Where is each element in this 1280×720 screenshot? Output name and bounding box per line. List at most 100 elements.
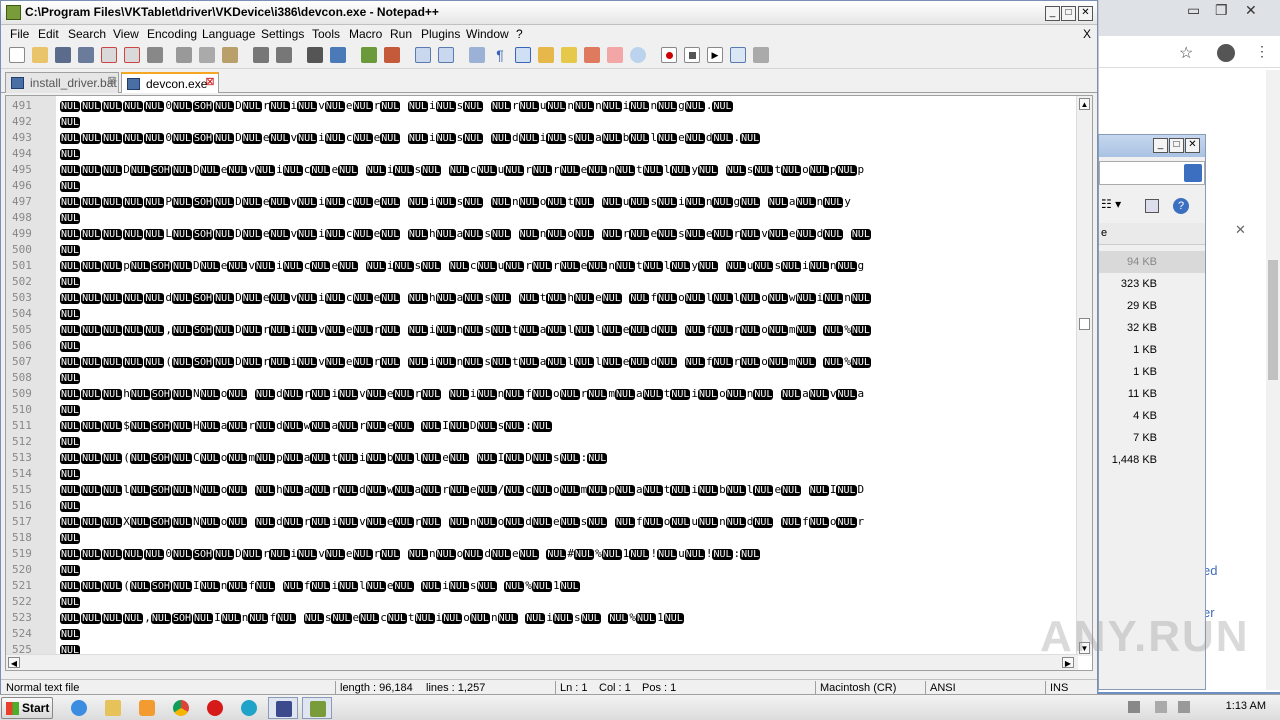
start-button[interactable]: Start	[1, 697, 53, 719]
menu-macro[interactable]: Macro	[349, 27, 382, 41]
browser-menu-icon[interactable]: ⋮	[1255, 43, 1269, 60]
tab-install-driver-bat[interactable]: install_driver.bat ⊠	[5, 72, 119, 93]
sync-horizontal-icon[interactable]	[438, 47, 454, 63]
explorer-minimize-button[interactable]: _	[1153, 138, 1168, 153]
show-all-chars-icon[interactable]: ¶	[492, 47, 508, 63]
run-macro-multiple-icon[interactable]	[730, 47, 746, 63]
taskbar-opera-button[interactable]	[200, 697, 230, 719]
close-document-x[interactable]: X	[1083, 27, 1091, 41]
taskbar-ie-button[interactable]	[64, 697, 94, 719]
menu-tools[interactable]: Tools	[312, 27, 340, 41]
file-size-row[interactable]: 32 KB	[1099, 317, 1205, 339]
stop-macro-icon[interactable]	[684, 47, 700, 63]
scroll-left-arrow[interactable]: ◀	[8, 657, 20, 668]
search-icon[interactable]	[1184, 164, 1202, 182]
taskbar-notepadpp-button[interactable]	[302, 697, 332, 719]
minimize-button[interactable]: _	[1045, 6, 1060, 21]
menu-help[interactable]: ?	[516, 27, 523, 41]
code-line[interactable]: NUL NUL NUL $NUL SOH NUL HNUL aNUL rNUL dNUL wNUL a…	[60, 418, 1078, 434]
code-line[interactable]: NUL NUL NUL NUL NUL ,NUL SOH NUL DNUL rNUL iNUL vNU…	[60, 322, 1078, 338]
preview-pane-icon[interactable]	[1145, 199, 1159, 213]
scroll-thumb[interactable]	[1079, 318, 1090, 330]
tab-close-icon[interactable]: ⊠	[204, 77, 216, 89]
code-line[interactable]: NUL NUL NUL NUL NUL (NUL SOH NUL DNUL rNUL iNUL vNU…	[60, 354, 1078, 370]
paste-icon[interactable]	[222, 47, 238, 63]
file-size-row[interactable]: 1 KB	[1099, 361, 1205, 383]
menu-file[interactable]: File	[10, 27, 29, 41]
window-titlebar[interactable]: C:\Program Files\VKTablet\driver\VKDevic…	[1, 1, 1097, 25]
editor-horizontal-scrollbar[interactable]: ◀ ▶	[6, 654, 1078, 670]
text-editor[interactable]: 491 492 493 494 495 496 497 498 499 500 501 502 503 5…	[5, 95, 1093, 671]
menu-edit[interactable]: Edit	[38, 27, 59, 41]
star-icon[interactable]: ☆	[1179, 43, 1193, 63]
maximize-button[interactable]: □	[1061, 6, 1076, 21]
code-line[interactable]: NUL	[60, 594, 1078, 610]
explorer-search-box[interactable]	[1099, 161, 1205, 185]
close-file-icon[interactable]	[101, 47, 117, 63]
code-line[interactable]: NUL	[60, 626, 1078, 642]
open-file-icon[interactable]	[32, 47, 48, 63]
code-line[interactable]: NUL	[60, 242, 1078, 258]
menu-language[interactable]: Language	[202, 27, 255, 41]
redo-icon[interactable]	[276, 47, 292, 63]
indent-guide-icon[interactable]	[515, 47, 531, 63]
sync-vertical-icon[interactable]	[415, 47, 431, 63]
code-line[interactable]: NUL NUL NUL hNUL SOH NUL NNUL oNUL NUL dNUL rNUL i…	[60, 386, 1078, 402]
file-size-row[interactable]: 323 KB	[1099, 273, 1205, 295]
code-line[interactable]: NUL	[60, 178, 1078, 194]
word-wrap-icon[interactable]	[469, 47, 485, 63]
editor-vertical-scrollbar[interactable]: ▲ ▼	[1076, 96, 1092, 656]
file-size-row[interactable]: 94 KB	[1099, 251, 1205, 273]
menu-window[interactable]: Window	[466, 27, 509, 41]
copy-icon[interactable]	[199, 47, 215, 63]
explorer-close-button[interactable]: ✕	[1185, 138, 1200, 153]
zoom-out-icon[interactable]	[384, 47, 400, 63]
new-file-icon[interactable]	[9, 47, 25, 63]
code-line[interactable]: NUL NUL NUL NUL NUL 0NUL SOH NUL DNUL rNUL iNUL vNU…	[60, 98, 1078, 114]
code-line[interactable]: NUL NUL NUL NUL NUL dNUL SOH NUL DNUL eNUL vNUL iNU…	[60, 290, 1078, 306]
replace-icon[interactable]	[330, 47, 346, 63]
notification-close-icon[interactable]: ✕	[1235, 222, 1246, 238]
code-line[interactable]: NUL	[60, 498, 1078, 514]
menu-settings[interactable]: Settings	[261, 27, 304, 41]
flag-icon[interactable]	[1178, 701, 1190, 713]
taskbar-edge-button[interactable]	[234, 697, 264, 719]
code-line[interactable]: NUL	[60, 466, 1078, 482]
record-macro-icon[interactable]	[661, 47, 677, 63]
code-line[interactable]: NUL NUL NUL (NUL SOH NUL CNUL oNUL mNUL pNUL aNUL t…	[60, 450, 1078, 466]
view-options-icon[interactable]: ☷ ▾	[1101, 197, 1121, 211]
close-all-icon[interactable]	[124, 47, 140, 63]
code-line[interactable]: NUL	[60, 146, 1078, 162]
save-macro-icon[interactable]	[753, 47, 769, 63]
code-line[interactable]: NUL NUL NUL NUL NUL 0NUL SOH NUL DNUL rNUL iNUL vNU…	[60, 546, 1078, 562]
code-line[interactable]: NUL	[60, 210, 1078, 226]
taskbar-app-button[interactable]	[268, 697, 298, 719]
function-list-icon[interactable]	[584, 47, 600, 63]
code-line[interactable]: NUL	[60, 306, 1078, 322]
undo-icon[interactable]	[253, 47, 269, 63]
folder-as-workspace-icon[interactable]	[607, 47, 623, 63]
code-line[interactable]: NUL	[60, 114, 1078, 130]
find-icon[interactable]	[307, 47, 323, 63]
save-all-icon[interactable]	[78, 47, 94, 63]
code-line[interactable]: NUL	[60, 274, 1078, 290]
menu-encoding[interactable]: Encoding	[147, 27, 197, 41]
user-language-icon[interactable]	[538, 47, 554, 63]
menu-plugins[interactable]: Plugins	[421, 27, 460, 41]
file-size-row[interactable]: 29 KB	[1099, 295, 1205, 317]
tab-close-icon[interactable]: ⊠	[106, 76, 118, 88]
code-line[interactable]: NUL	[60, 370, 1078, 386]
help-icon[interactable]: ?	[1173, 198, 1189, 214]
explorer-maximize-button[interactable]: □	[1169, 138, 1184, 153]
clock[interactable]: 1:13 AM	[1226, 700, 1266, 712]
browser-restore-button[interactable]: ❐	[1215, 2, 1228, 19]
scroll-up-arrow[interactable]: ▲	[1079, 98, 1090, 110]
menu-run[interactable]: Run	[390, 27, 412, 41]
code-line[interactable]: NUL NUL NUL pNUL SOH NUL DNUL eNUL vNUL iNUL cNUL e…	[60, 258, 1078, 274]
file-size-row[interactable]: 1 KB	[1099, 339, 1205, 361]
play-macro-icon[interactable]: ▶	[707, 47, 723, 63]
code-line[interactable]: NUL NUL NUL NUL NUL PNUL SOH NUL DNUL eNUL vNUL iNU…	[60, 194, 1078, 210]
column-header-size[interactable]: e	[1099, 223, 1205, 245]
code-line[interactable]: NUL NUL NUL (NUL SOH NUL INUL nNUL fNUL NUL fNUL i…	[60, 578, 1078, 594]
doc-map-icon[interactable]	[561, 47, 577, 63]
